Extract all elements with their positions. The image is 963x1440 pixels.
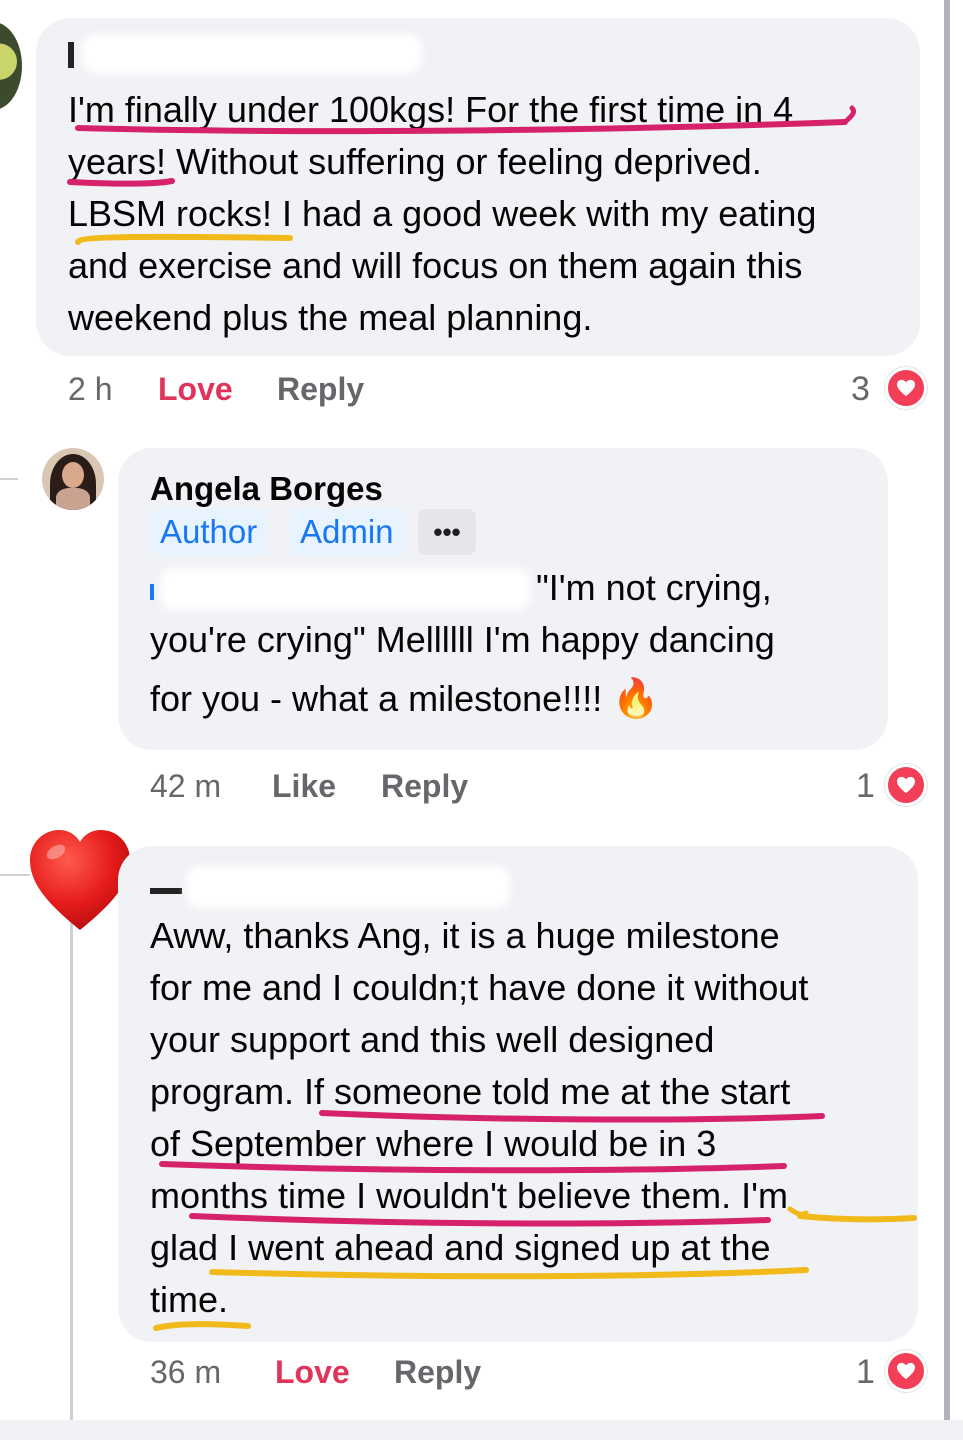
fire-icon: 🔥 (612, 678, 660, 720)
comment-text-line: and exercise and will focus on them agai… (68, 245, 803, 286)
admin-badge[interactable]: Admin (290, 509, 404, 555)
comment-text-line: I'm finally under 100kgs! For the first … (68, 89, 794, 130)
reaction-count[interactable]: 1 (856, 767, 875, 806)
reply-button[interactable]: Reply (394, 1354, 481, 1391)
comment-text-line: "I'm not crying, (536, 567, 772, 608)
reaction-count[interactable]: 3 (851, 370, 870, 409)
redaction-block (186, 866, 510, 908)
comment-text-line: Aww, thanks Ang, it is a huge milestone (150, 915, 780, 956)
reply-button[interactable]: Reply (277, 371, 364, 408)
comment-text: I'm finally under 100kgs! For the first … (68, 84, 816, 344)
comment-text-line: time. (150, 1279, 229, 1320)
more-options-button[interactable]: ••• (418, 509, 476, 555)
bottom-strip (0, 1420, 963, 1440)
comment-text: Aww, thanks Ang, it is a huge milestone … (150, 910, 808, 1326)
redaction-block (82, 34, 422, 74)
thread-line (70, 900, 73, 1420)
comment-text-line: years! Without suffering or feeling depr… (68, 141, 762, 182)
avatar[interactable] (42, 448, 104, 510)
comment-text: "I'm not crying, you're crying" Mellllll… (150, 562, 775, 732)
comment-text-line: for me and I couldn;t have done it witho… (150, 967, 809, 1008)
thread-line (0, 478, 18, 480)
more-options-label: ••• (433, 516, 461, 547)
reaction-count[interactable]: 1 (856, 1353, 875, 1392)
heart-icon[interactable] (885, 1350, 927, 1392)
author-badge[interactable]: Author (150, 509, 268, 555)
scroll-rail (944, 0, 950, 1420)
comment-time[interactable]: 36 m (150, 1354, 221, 1391)
comment-text-line: weekend plus the meal planning. (68, 297, 593, 338)
author-name[interactable]: Angela Borges (150, 470, 383, 508)
commenter-name-redacted (150, 888, 182, 894)
commenter-name-redacted (68, 42, 74, 68)
comment-time[interactable]: 2 h (68, 371, 112, 408)
comment-text-line: your support and this well designed (150, 1019, 715, 1060)
comment-text-line: you're crying" Mellllll I'm happy dancin… (150, 619, 775, 660)
comment-time[interactable]: 42 m (150, 768, 221, 805)
comment-text-line: of September where I would be in 3 (150, 1123, 717, 1164)
comment-text-line: for you - what a milestone!!!! (150, 678, 603, 719)
comment-text-line: glad I went ahead and signed up at the (150, 1227, 771, 1268)
love-reaction-button[interactable]: Love (275, 1354, 350, 1391)
comment-text-line: program. If someone told me at the start (150, 1071, 791, 1112)
commenter-avatar[interactable] (0, 22, 22, 110)
like-button[interactable]: Like (272, 768, 336, 805)
heart-icon[interactable] (885, 764, 927, 806)
comment-text-line: LBSM rocks! I had a good week with my ea… (68, 193, 817, 234)
comment-text-line: months time I wouldn't believe them. I'm (150, 1175, 789, 1216)
reply-button[interactable]: Reply (381, 768, 468, 805)
heart-icon[interactable] (885, 367, 927, 409)
love-reaction-button[interactable]: Love (158, 371, 233, 408)
